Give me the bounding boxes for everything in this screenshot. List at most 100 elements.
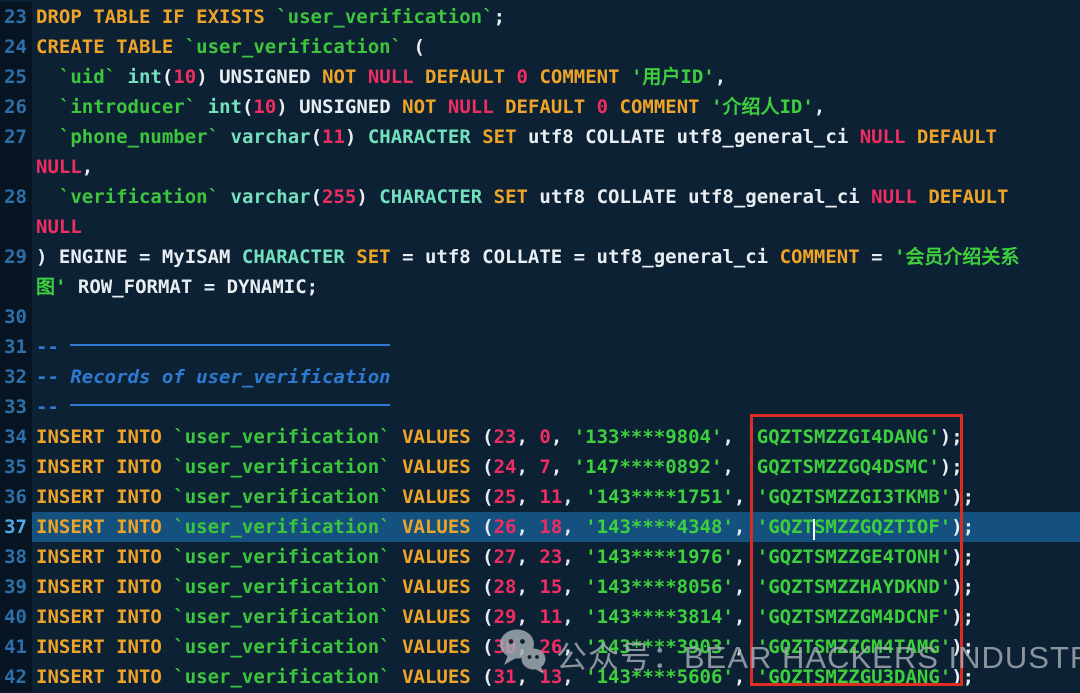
- code-token: DEFAULT: [916, 126, 997, 148]
- code-token: 'GQZTSMZZGE4TONH': [756, 546, 952, 568]
- line-number[interactable]: 40: [0, 602, 32, 632]
- code-token: ,: [733, 516, 757, 538]
- code-row[interactable]: 28 `verification` varchar(255) CHARACTER…: [0, 182, 1080, 212]
- code-line: NULL: [32, 212, 1080, 242]
- line-number[interactable]: 38: [0, 542, 32, 572]
- code-token: VALUES: [390, 426, 483, 448]
- code-token: 'GQZTSMZZHAYDKND': [756, 576, 952, 598]
- code-line: NULL,: [32, 152, 1080, 182]
- code-token: 31: [493, 666, 517, 688]
- code-token: '143****1976': [585, 546, 734, 568]
- code-row[interactable]: 39 INSERT INTO `user_verification` VALUES…: [0, 572, 1080, 602]
- code-token: (: [310, 186, 323, 208]
- code-token: ,: [733, 576, 757, 598]
- line-number[interactable]: 31: [0, 332, 32, 362]
- line-number[interactable]: 36: [0, 482, 32, 512]
- code-row[interactable]: 31 --: [0, 332, 1080, 362]
- code-row[interactable]: 32 -- Records of user_verification: [0, 362, 1080, 392]
- code-token: ,: [714, 66, 727, 88]
- code-token: 'GQZT: [756, 516, 814, 538]
- code-token: `uid`: [58, 66, 117, 88]
- code-token: utf8 COLLATE utf8_general_ci: [527, 126, 860, 148]
- code-row-active[interactable]: 37 INSERT INTO `user_verification` VALUES…: [0, 512, 1080, 542]
- code-line: -- Records of user_verification: [32, 362, 1080, 392]
- code-row[interactable]: 27 `phone_number` varchar(11) CHARACTER …: [0, 122, 1080, 152]
- code-row[interactable]: 40 INSERT INTO `user_verification` VALUES…: [0, 602, 1080, 632]
- code-editor-window: 23 DROP TABLE IF EXISTS `user_verificatio…: [0, 0, 1080, 693]
- code-row[interactable]: NULL,: [0, 152, 1080, 182]
- code-row[interactable]: 41 INSERT INTO `user_verification` VALUES…: [0, 632, 1080, 662]
- code-token: ,: [562, 606, 586, 628]
- code-token: 23: [493, 426, 517, 448]
- code-token: 'GQZTSMZZGU3DANG': [756, 666, 952, 688]
- code-row[interactable]: NULL: [0, 212, 1080, 242]
- code-token: );: [951, 636, 975, 658]
- code-token: `user_verification`: [173, 546, 391, 568]
- line-number[interactable]: 25: [0, 62, 32, 92]
- line-number[interactable]: 23: [0, 2, 32, 32]
- code-row[interactable]: 26 `introducer` int(10) UNSIGNED NOT NUL…: [0, 92, 1080, 122]
- line-number[interactable]: 28: [0, 182, 32, 212]
- code-token: 18: [539, 516, 563, 538]
- code-row[interactable]: 36 INSERT INTO `user_verification` VALUES…: [0, 482, 1080, 512]
- code-token: Records of user_verification: [70, 366, 391, 388]
- line-number[interactable]: 35: [0, 452, 32, 482]
- code-token: COMMENT: [619, 96, 712, 118]
- line-number[interactable]: 34: [0, 422, 32, 452]
- line-number[interactable]: [0, 272, 32, 302]
- code-token: '133****9804': [573, 426, 723, 448]
- code-token: ,: [733, 636, 757, 658]
- code-token: '会员介绍关系: [893, 246, 1020, 268]
- line-number[interactable]: 39: [0, 572, 32, 602]
- code-token: ,: [516, 666, 540, 688]
- line-number[interactable]: 37: [0, 512, 32, 542]
- code-token: 10: [173, 66, 197, 88]
- code-token: INSERT INTO: [36, 486, 174, 508]
- line-number[interactable]: 29: [0, 242, 32, 272]
- code-token: ,: [813, 96, 826, 118]
- code-token: (: [161, 66, 174, 88]
- code-token: '143****3814': [585, 606, 734, 628]
- line-number[interactable]: 32: [0, 362, 32, 392]
- code-token: INSERT INTO: [36, 546, 174, 568]
- code-token: ,: [562, 576, 586, 598]
- code-token: int: [207, 96, 242, 118]
- code-token: INSERT INTO: [36, 606, 174, 628]
- code-token: 23: [539, 546, 563, 568]
- code-row[interactable]: 38 INSERT INTO `user_verification` VALUES…: [0, 542, 1080, 572]
- code-row[interactable]: 24 CREATE TABLE `user_verification` (: [0, 32, 1080, 62]
- code-token: `user_verification`: [173, 456, 391, 478]
- code-token: ,: [562, 546, 586, 568]
- code-row[interactable]: 35 INSERT INTO `user_verification` VALUES…: [0, 452, 1080, 482]
- code-line: INSERT INTO `user_verification` VALUES (…: [32, 542, 1080, 572]
- line-number[interactable]: 42: [0, 662, 32, 692]
- code-token: ,: [81, 156, 94, 178]
- code-row[interactable]: 34 INSERT INTO `user_verification` VALUES…: [0, 422, 1080, 452]
- code-token: 28: [493, 576, 517, 598]
- code-row[interactable]: 30: [0, 302, 1080, 332]
- code-token: SET: [482, 126, 528, 148]
- line-number[interactable]: 26: [0, 92, 32, 122]
- code-token: `user_verification`: [173, 606, 391, 628]
- line-number[interactable]: 33: [0, 392, 32, 422]
- code-token: int: [127, 66, 162, 88]
- code-row[interactable]: 25 `uid` int(10) UNSIGNED NOT NULL DEFAU…: [0, 62, 1080, 92]
- code-row[interactable]: 33 --: [0, 392, 1080, 422]
- code-row[interactable]: 42 INSERT INTO `user_verification` VALUES…: [0, 662, 1080, 692]
- code-row[interactable]: 图' ROW_FORMAT = DYNAMIC;: [0, 272, 1080, 302]
- line-number[interactable]: [0, 152, 32, 182]
- code-token: 'GQZTSMZZGQ4DSMC': [745, 456, 940, 478]
- code-token: varchar: [230, 186, 311, 208]
- line-number[interactable]: 30: [0, 302, 32, 332]
- code-token: (: [482, 456, 494, 478]
- code-row[interactable]: 23 DROP TABLE IF EXISTS `user_verificatio…: [0, 2, 1080, 32]
- line-number[interactable]: [0, 212, 32, 242]
- line-number[interactable]: 41: [0, 632, 32, 662]
- code-row[interactable]: 29) ENGINE = MyISAM CHARACTER SET = utf8…: [0, 242, 1080, 272]
- code-token: NOT: [402, 96, 448, 118]
- line-number[interactable]: 24: [0, 32, 32, 62]
- line-number[interactable]: 27: [0, 122, 32, 152]
- code-token: INSERT INTO: [36, 576, 174, 598]
